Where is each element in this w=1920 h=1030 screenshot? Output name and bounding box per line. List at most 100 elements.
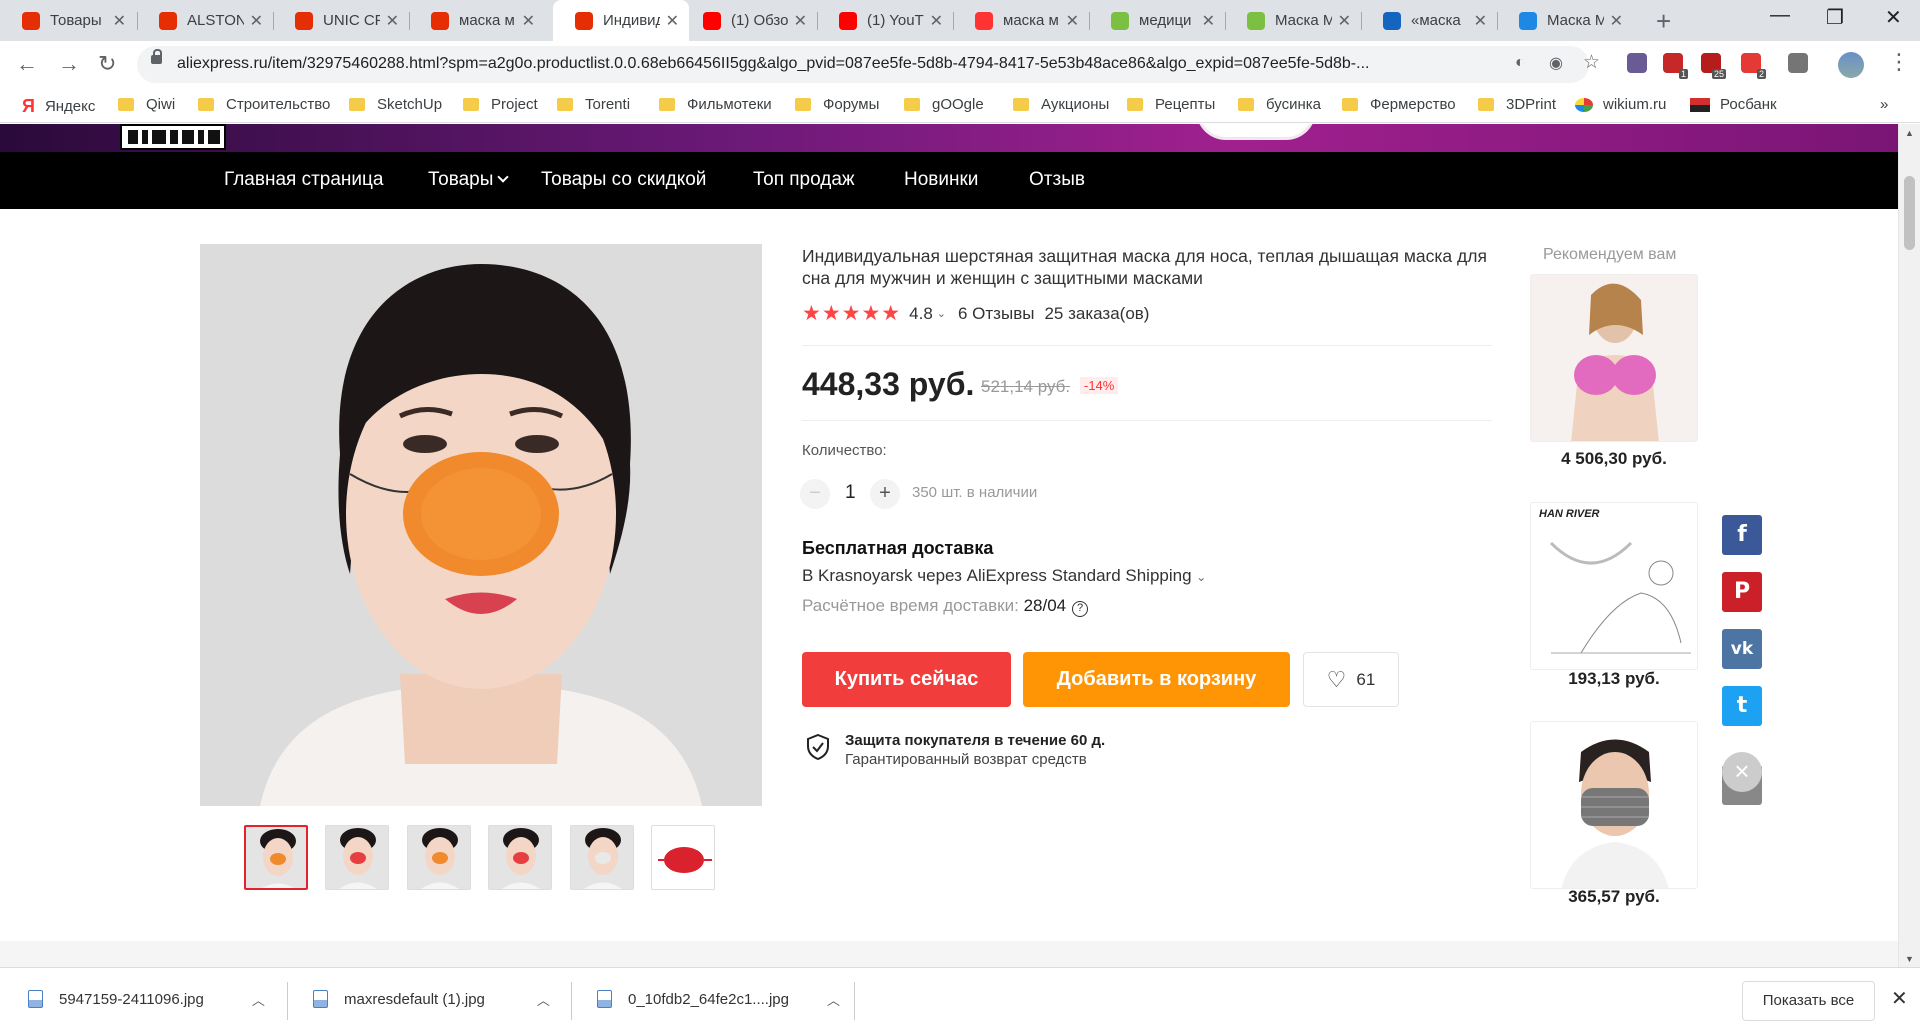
product-thumbnail[interactable] <box>569 825 634 890</box>
chevron-down-icon[interactable]: ⌄ <box>937 307 946 320</box>
bookmark-item[interactable]: Рецепты <box>1127 96 1215 113</box>
product-main-image[interactable] <box>200 244 762 806</box>
maximize-button[interactable]: ❐ <box>1826 5 1844 30</box>
browser-tab[interactable]: UNIC CP ✕ <box>273 0 409 41</box>
cast-icon[interactable]: ◉ <box>1549 53 1563 73</box>
scroll-up-icon[interactable]: ▲ <box>1905 128 1914 138</box>
nav-products[interactable]: Товары <box>428 169 510 191</box>
bookmarks-more-button[interactable]: » <box>1880 96 1888 113</box>
browser-tab[interactable]: «маска ✕ <box>1361 0 1497 41</box>
close-tab-icon[interactable]: ✕ <box>1610 11 1623 31</box>
reload-button[interactable]: ↻ <box>98 51 116 77</box>
wishlist-button[interactable]: ♡ 61 <box>1303 652 1399 707</box>
recommend-price[interactable]: 4 506,30 руб. <box>1530 449 1698 469</box>
twitter-icon[interactable]: t <box>1722 686 1762 726</box>
download-item[interactable]: 5947159-2411096.jpg ︿ <box>28 982 265 1016</box>
browser-tab[interactable]: ALSTON ✕ <box>137 0 273 41</box>
add-to-cart-button[interactable]: Добавить в корзину <box>1023 652 1290 707</box>
bookmark-item[interactable]: Фильмотеки <box>659 96 772 113</box>
close-tab-icon[interactable]: ✕ <box>794 11 807 31</box>
nav-home[interactable]: Главная страница <box>224 169 384 191</box>
forward-button[interactable]: → <box>58 51 80 77</box>
shield-ext-icon[interactable] <box>1788 53 1808 73</box>
bookmark-item[interactable]: Форумы <box>795 96 879 113</box>
close-tab-icon[interactable]: ✕ <box>386 11 399 31</box>
question-icon[interactable]: ? <box>1072 601 1089 617</box>
recommend-item-image[interactable] <box>1530 721 1698 889</box>
show-all-downloads-button[interactable]: Показать все <box>1742 981 1875 1021</box>
menu-dots-icon[interactable]: ⋮ <box>1888 49 1910 75</box>
bookmark-item[interactable]: gOOgle <box>904 96 984 113</box>
browser-tab[interactable]: (1) YouT ✕ <box>817 0 953 41</box>
chevron-up-icon[interactable]: ︿ <box>252 990 265 1009</box>
pdf-ext-icon[interactable]: 25 <box>1701 53 1726 79</box>
bookmark-item[interactable]: Я Яндекс <box>22 96 95 117</box>
scrollbar-thumb[interactable] <box>1904 176 1915 250</box>
close-icon[interactable]: ✕ <box>1891 986 1908 1011</box>
red-ext-icon[interactable]: 2 <box>1741 53 1766 79</box>
close-tab-icon[interactable]: ✕ <box>522 11 535 31</box>
browser-tab[interactable]: Товары ✕ <box>0 0 136 41</box>
bookmark-item[interactable]: Росбанк <box>1690 96 1777 113</box>
bookmark-item[interactable]: Project <box>463 96 538 113</box>
buy-now-button[interactable]: Купить сейчас <box>802 652 1011 707</box>
product-thumbnail[interactable] <box>651 825 715 890</box>
close-tab-icon[interactable]: ✕ <box>1338 11 1351 31</box>
quantity-decrease-button[interactable]: − <box>800 479 830 509</box>
product-thumbnail[interactable] <box>325 825 390 890</box>
profile-avatar[interactable] <box>1838 52 1864 78</box>
reviews-link[interactable]: 6 Отзывы <box>958 304 1034 324</box>
bookmark-star-icon[interactable]: ☆ <box>1583 51 1600 74</box>
browser-tab[interactable]: Маска М ✕ <box>1225 0 1361 41</box>
product-thumbnail[interactable] <box>406 825 471 890</box>
bookmark-item[interactable]: Строительство <box>198 96 330 113</box>
shipping-method-select[interactable]: В Krasnoyarsk через AliExpress Standard … <box>802 566 1206 586</box>
close-tab-icon[interactable]: ✕ <box>666 11 679 31</box>
product-thumbnail[interactable] <box>488 825 553 890</box>
pinterest-icon[interactable]: P <box>1722 572 1762 612</box>
back-button[interactable]: ← <box>16 51 38 77</box>
close-tab-icon[interactable]: ✕ <box>1202 11 1215 31</box>
product-thumbnail[interactable] <box>244 825 308 890</box>
download-item[interactable]: 0_10fdb2_64fe2c1....jpg ︿ <box>597 982 840 1016</box>
close-tab-icon[interactable]: ✕ <box>113 11 126 31</box>
bookmark-item[interactable]: Torenti <box>557 96 630 113</box>
translate-icon[interactable]: ◐ <box>1515 54 1525 72</box>
bookmark-item[interactable]: SketchUp <box>349 96 442 113</box>
browser-tab[interactable]: маска м ✕ <box>409 0 545 41</box>
browser-tab[interactable]: медици ✕ <box>1089 0 1225 41</box>
address-bar[interactable]: aliexpress.ru/item/32975460288.html?spm=… <box>137 46 1600 83</box>
recommend-price[interactable]: 365,57 руб. <box>1530 887 1698 907</box>
rating-value[interactable]: 4.8 <box>909 304 933 324</box>
new-tab-button[interactable]: + <box>1656 6 1671 37</box>
browser-tab[interactable]: Маска М ✕ <box>1497 0 1633 41</box>
scroll-down-icon[interactable]: ▼ <box>1905 954 1914 964</box>
palette-ext-icon[interactable] <box>1627 53 1647 73</box>
chevron-up-icon[interactable]: ︿ <box>537 990 550 1009</box>
close-tab-icon[interactable]: ✕ <box>1066 11 1079 31</box>
bookmark-item[interactable]: бусинка <box>1238 96 1321 113</box>
nav-reviews[interactable]: Отзыв <box>1029 169 1085 191</box>
recommend-item-image[interactable] <box>1530 274 1698 442</box>
nav-discounts[interactable]: Товары со скидкой <box>541 169 706 191</box>
close-tab-icon[interactable]: ✕ <box>250 11 263 31</box>
bookmark-item[interactable]: Qiwi <box>118 96 175 113</box>
close-icon[interactable]: × <box>1722 752 1762 792</box>
bookmark-item[interactable]: 3DPrint <box>1478 96 1556 113</box>
bookmark-item[interactable]: Аукционы <box>1013 96 1109 113</box>
facebook-icon[interactable]: f <box>1722 515 1762 555</box>
nav-new[interactable]: Новинки <box>904 169 978 191</box>
bookmark-item[interactable]: wikium.ru <box>1575 96 1666 113</box>
page-scrollbar[interactable]: ▲ ▼ <box>1898 124 1920 967</box>
recommend-price[interactable]: 193,13 руб. <box>1530 669 1698 689</box>
quantity-input[interactable]: 1 <box>845 482 856 504</box>
browser-tab[interactable]: маска м ✕ <box>953 0 1089 41</box>
bookmark-item[interactable]: Фермерство <box>1342 96 1456 113</box>
recommend-item-image[interactable]: HAN RIVER <box>1530 502 1698 670</box>
chevron-up-icon[interactable]: ︿ <box>827 990 840 1009</box>
close-tab-icon[interactable]: ✕ <box>1474 11 1487 31</box>
quantity-increase-button[interactable]: + <box>870 479 900 509</box>
minimize-button[interactable]: — <box>1770 4 1790 27</box>
browser-tab[interactable]: (1) Обзо ✕ <box>681 0 817 41</box>
download-item[interactable]: maxresdefault (1).jpg ︿ <box>313 982 550 1016</box>
